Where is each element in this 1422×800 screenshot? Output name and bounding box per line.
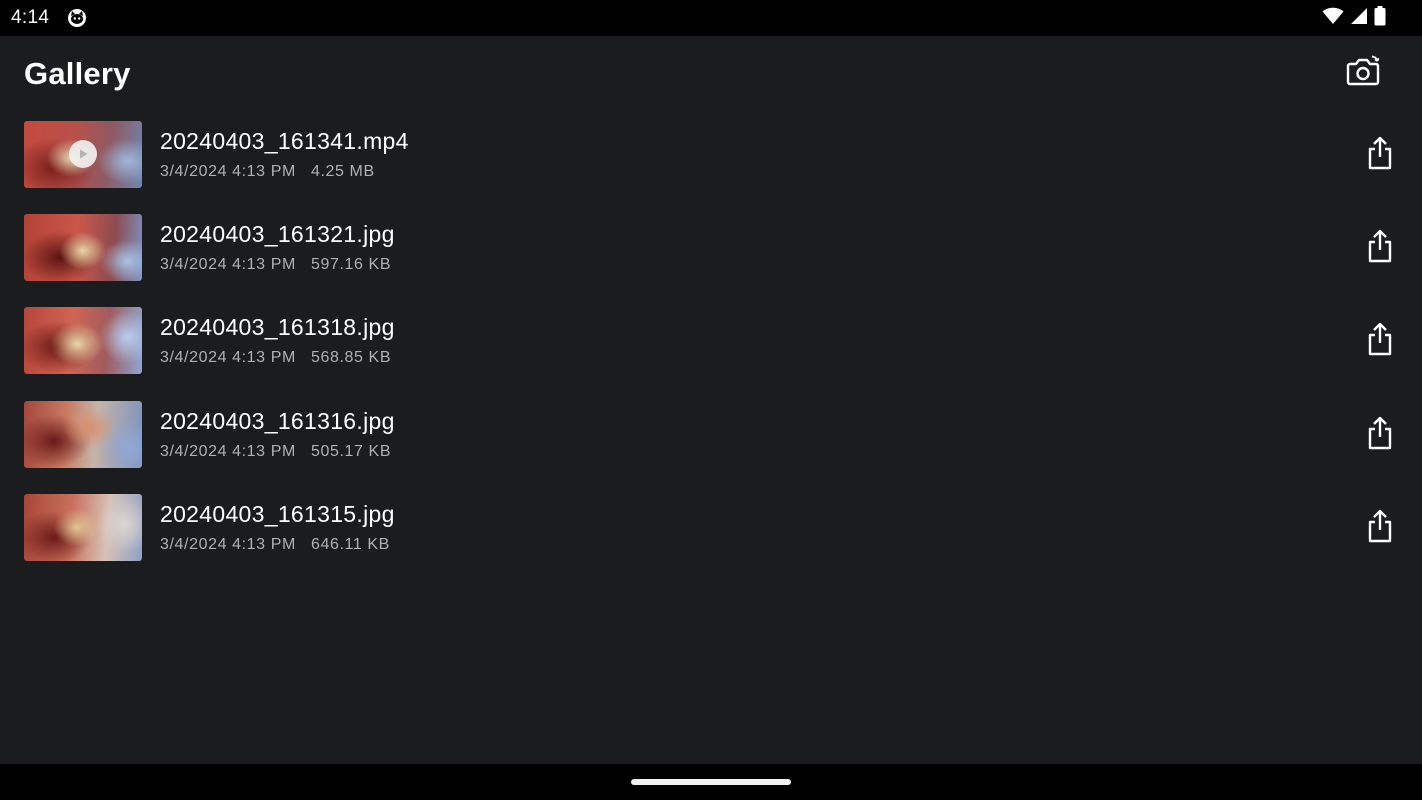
list-item[interactable]: 20240403_161315.jpg 3/4/2024 4:13 PM 646…	[0, 494, 1422, 562]
list-item[interactable]: 20240403_161341.mp4 3/4/2024 4:13 PM 4.2…	[0, 121, 1422, 189]
file-meta: 3/4/2024 4:13 PM 597.16 KB	[160, 256, 391, 274]
share-icon	[1367, 322, 1393, 361]
file-name: 20240403_161316.jpg	[160, 408, 395, 434]
file-name: 20240403_161341.mp4	[160, 128, 409, 154]
file-size: 568.85 KB	[310, 349, 392, 366]
file-date: 3/4/2024 4:13 PM	[160, 163, 296, 180]
share-icon	[1367, 136, 1393, 175]
file-size: 505.17 KB	[310, 443, 392, 460]
file-date: 3/4/2024 4:13 PM	[160, 256, 296, 273]
file-name: 20240403_161318.jpg	[160, 314, 395, 340]
list-item[interactable]: 20240403_161321.jpg 3/4/2024 4:13 PM 597…	[0, 214, 1422, 282]
file-size: 646.11 KB	[310, 536, 390, 553]
share-button[interactable]	[1362, 321, 1398, 361]
gallery-screen: Gallery 20240403_161341.mp4 3/4/2024 4:1…	[0, 36, 1422, 764]
file-meta: 3/4/2024 4:13 PM 4.25 MB	[160, 163, 375, 181]
list-item[interactable]: 20240403_161316.jpg 3/4/2024 4:13 PM 505…	[0, 401, 1422, 469]
file-thumbnail[interactable]	[24, 121, 142, 188]
battery-icon	[1374, 5, 1386, 31]
status-bar: 4:14	[0, 0, 1422, 36]
navigation-bar	[0, 764, 1422, 800]
page-title: Gallery	[24, 56, 131, 91]
file-date: 3/4/2024 4:13 PM	[160, 443, 296, 460]
file-meta: 3/4/2024 4:13 PM 505.17 KB	[160, 443, 391, 461]
share-icon	[1367, 229, 1393, 268]
share-button[interactable]	[1362, 508, 1398, 548]
file-name: 20240403_161321.jpg	[160, 221, 395, 247]
file-thumbnail[interactable]	[24, 401, 142, 468]
wifi-icon	[1322, 7, 1344, 30]
play-icon	[69, 140, 97, 168]
camera-switch-icon	[1346, 55, 1380, 92]
file-date: 3/4/2024 4:13 PM	[160, 349, 296, 366]
share-icon	[1367, 416, 1393, 455]
camera-button[interactable]	[1344, 54, 1382, 92]
file-date: 3/4/2024 4:13 PM	[160, 536, 296, 553]
file-thumbnail[interactable]	[24, 494, 142, 561]
file-thumbnail[interactable]	[24, 214, 142, 281]
file-size: 597.16 KB	[310, 256, 392, 273]
cell-signal-icon	[1350, 7, 1368, 30]
home-gesture-handle[interactable]	[631, 779, 791, 785]
share-button[interactable]	[1362, 135, 1398, 175]
file-size: 4.25 MB	[310, 163, 375, 180]
status-indicators	[1322, 5, 1386, 31]
status-time: 4:14	[11, 7, 50, 28]
file-name: 20240403_161315.jpg	[160, 501, 395, 527]
share-button[interactable]	[1362, 415, 1398, 455]
file-thumbnail[interactable]	[24, 307, 142, 374]
file-meta: 3/4/2024 4:13 PM 646.11 KB	[160, 536, 390, 554]
list-item[interactable]: 20240403_161318.jpg 3/4/2024 4:13 PM 568…	[0, 307, 1422, 375]
share-icon	[1367, 509, 1393, 548]
share-button[interactable]	[1362, 228, 1398, 268]
file-meta: 3/4/2024 4:13 PM 568.85 KB	[160, 349, 391, 367]
cat-face-icon	[67, 8, 87, 28]
